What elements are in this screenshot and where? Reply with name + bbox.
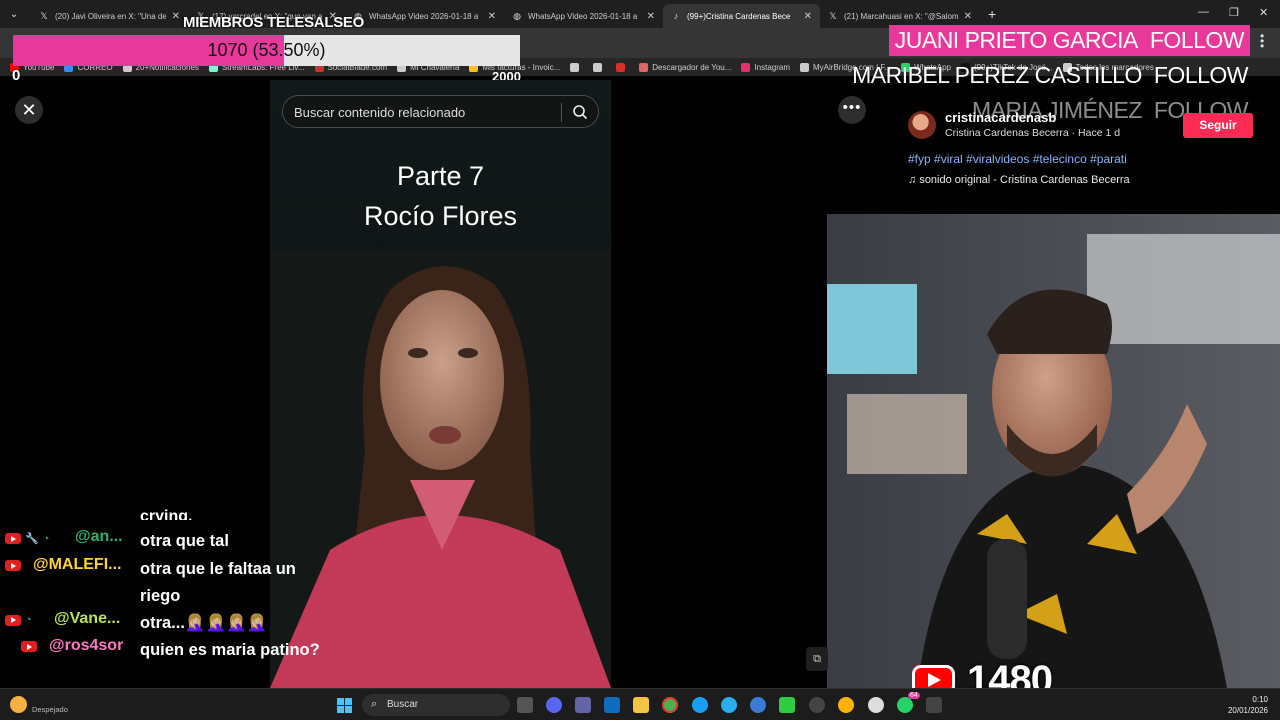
author-info-card: cristinacardenasb Cristina Cardenas Bece… <box>897 98 1265 198</box>
streamer-webcam <box>827 214 1280 688</box>
chat-username[interactable]: @ros4sor <box>49 637 123 655</box>
side-panel-icon[interactable]: ⧉ <box>806 647 828 671</box>
follow-button[interactable]: Seguir <box>1183 113 1253 138</box>
weather-label[interactable]: Despejado <box>32 705 68 714</box>
new-tab-button[interactable]: + <box>988 6 996 22</box>
window-close-icon[interactable]: ✕ <box>1259 6 1268 19</box>
telegram-icon[interactable] <box>721 697 737 713</box>
network-globe-icon[interactable] <box>750 697 766 713</box>
obs-icon[interactable] <box>868 697 884 713</box>
bookmark-item[interactable] <box>593 62 606 72</box>
bookmark-item[interactable]: Instagram <box>741 62 790 72</box>
chat-badges <box>5 560 25 571</box>
chat-message-text: otra que tal <box>140 532 229 550</box>
whatsapp-icon[interactable] <box>897 697 913 713</box>
tab-close-icon[interactable]: ✕ <box>964 11 972 22</box>
more-options-button[interactable]: ••• <box>838 96 866 124</box>
video-hashtags[interactable]: #fyp #viral #viralvideos #telecinco #par… <box>908 152 1127 166</box>
chat-username[interactable]: @MALEFI... <box>33 556 121 574</box>
bookmark-item[interactable] <box>570 62 583 72</box>
search-divider <box>561 103 562 122</box>
app-circle-icon[interactable] <box>809 697 825 713</box>
members-title: MIEMBROS TELESALSEO <box>183 14 364 31</box>
tab-search-menu-button[interactable]: ⌄ <box>3 3 25 25</box>
outlook-icon[interactable] <box>604 697 620 713</box>
search-icon: ⌕ <box>371 698 378 710</box>
members-progress-text: 1070 (53.50%) <box>207 40 326 60</box>
follow-alert-2: MARIBEL PEREZ CASTILLO FOLLOW <box>852 62 1248 88</box>
screen: ⌄ 𝕏 (20) Javi Oliveira en X: "Una de ✕ 𝕏… <box>0 0 1280 720</box>
bookmark-favicon-icon <box>741 62 751 72</box>
tab-close-icon[interactable]: ✕ <box>804 11 812 22</box>
bookmark-favicon-icon <box>616 62 626 72</box>
system-clock[interactable]: 0:10 20/01/2026 <box>1228 694 1268 716</box>
x-logo-icon: 𝕏 <box>40 11 48 21</box>
chat-badges <box>21 641 41 652</box>
author-username[interactable]: cristinacardenasb <box>945 110 1056 125</box>
taskbar: Despejado ⌕ Buscar 64 0:10 20/01/2026 <box>0 688 1280 720</box>
chat-message-text: otra...🤦🏼‍♀️🤦🏼‍♀️🤦🏼‍♀️🤦🏼‍♀️ <box>140 614 268 632</box>
youtube-badge-icon <box>21 641 37 652</box>
file-explorer-icon[interactable] <box>633 697 649 713</box>
task-view-icon[interactable] <box>517 697 533 713</box>
member-badge-icon: ◔ <box>25 614 32 626</box>
youtube-badge-icon <box>5 533 21 544</box>
youtube-badge-icon <box>5 560 21 571</box>
tab-close-icon[interactable]: ✕ <box>647 11 655 22</box>
search-icon[interactable] <box>572 104 588 120</box>
bookmark-item[interactable]: Descargador de You... <box>639 62 731 72</box>
avatar[interactable] <box>908 111 936 139</box>
chat-message-partial: crying. <box>140 508 193 520</box>
bookmark-favicon-icon <box>639 62 649 72</box>
related-search-input[interactable]: Buscar contenido relacionado <box>282 95 599 128</box>
members-progress-bar: 1070 (53.50%) <box>13 35 520 66</box>
taskbar-search-input[interactable]: ⌕ Buscar <box>362 694 510 716</box>
members-goal-min: 0 <box>12 67 21 84</box>
bookmark-favicon-icon <box>593 62 603 72</box>
chat-username[interactable]: @an... <box>75 528 123 546</box>
x-logo-icon: 𝕏 <box>829 11 837 21</box>
browser-tab[interactable]: ◍ WhatsApp Video 2026-01-18 a ✕ <box>345 4 504 28</box>
tiktok-icon: ♪ <box>673 11 679 21</box>
chat-badges: 🔧 ◔ <box>5 532 55 545</box>
globe-icon: ◍ <box>513 11 521 21</box>
chrome-icon[interactable] <box>662 697 678 713</box>
bookmark-favicon-icon <box>800 62 809 72</box>
app-window-icon[interactable] <box>926 697 942 713</box>
app-orange-icon[interactable] <box>838 697 854 713</box>
member-badge-icon: ◔ <box>42 532 50 545</box>
chat-username[interactable]: @Vane... <box>54 610 120 628</box>
video-title: Parte 7 Rocío Flores <box>363 161 518 231</box>
bookmark-item[interactable] <box>616 62 629 72</box>
music-note-icon: ♫ <box>908 174 920 186</box>
chat-message-text: otra que le faltaa un riego <box>140 560 296 605</box>
bookmark-favicon-icon <box>570 62 580 72</box>
youtube-badge-icon <box>5 614 21 626</box>
discord-icon[interactable] <box>546 697 562 713</box>
video-music[interactable]: ♫ sonido original - Cristina Cardenas Be… <box>908 174 1130 186</box>
author-meta: Cristina Cardenas Becerra · Hace 1 d <box>945 127 1121 139</box>
app-green-icon[interactable] <box>779 697 795 713</box>
browser-menu-icon[interactable]: • • • <box>1260 30 1264 52</box>
minimize-icon[interactable]: — <box>1198 6 1209 18</box>
follow-alert-1: JUANI PRIETO GARCIA FOLLOW <box>888 25 1250 56</box>
browser-tab[interactable]: 𝕏 (20) Javi Oliveira en X: "Una de ✕ <box>31 4 188 28</box>
restore-icon[interactable]: ❐ <box>1229 6 1239 19</box>
tab-close-icon[interactable]: ✕ <box>488 11 496 22</box>
browser-tab[interactable]: ◍ WhatsApp Video 2026-01-18 a ✕ <box>504 4 663 28</box>
notification-badge: 64 <box>908 692 920 699</box>
edge-icon[interactable] <box>692 697 708 713</box>
moderator-wrench-icon: 🔧 <box>25 533 39 545</box>
chat-badges: ◔ <box>5 614 38 626</box>
weather-icon[interactable] <box>10 696 27 713</box>
windows-start-icon[interactable] <box>337 698 352 713</box>
browser-tab-active[interactable]: ♪ (99+)Cristina Cardenas Bece ✕ <box>663 4 820 28</box>
teams-icon[interactable] <box>575 697 591 713</box>
chat-message-text: quien es maria patino? <box>140 641 320 659</box>
tab-close-icon[interactable]: ✕ <box>172 11 180 22</box>
close-video-button[interactable]: ✕ <box>15 96 43 124</box>
